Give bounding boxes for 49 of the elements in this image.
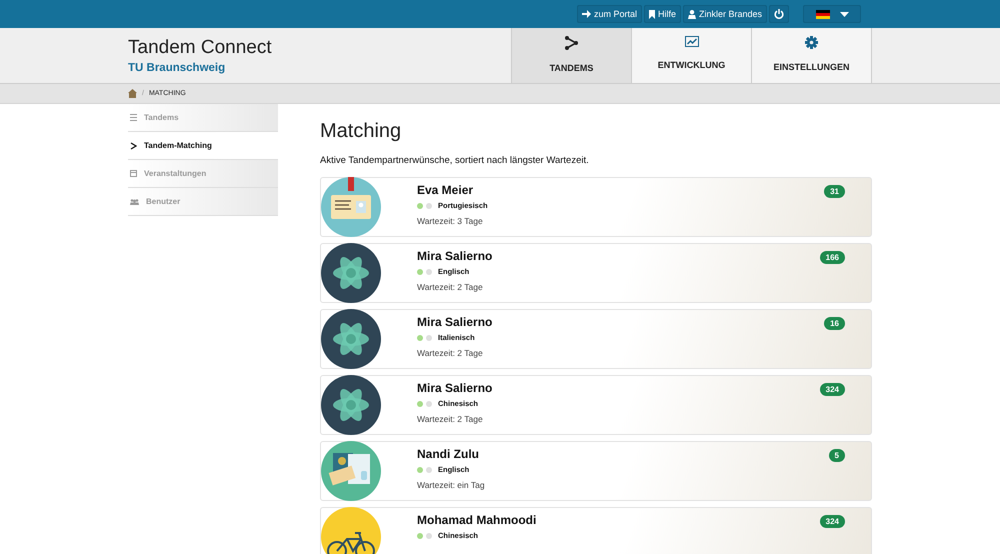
help-button[interactable]: Hilfe xyxy=(644,5,681,23)
list-icon xyxy=(130,114,137,121)
level-dots-icon xyxy=(417,268,432,274)
app-title: Tandem Connect xyxy=(128,37,273,59)
power-icon xyxy=(774,9,784,19)
count-badge: 16 xyxy=(824,317,845,330)
level-dots-icon xyxy=(417,400,432,406)
users-icon xyxy=(130,198,139,204)
calendar-icon xyxy=(130,170,137,177)
count-badge: 5 xyxy=(828,449,845,462)
count-badge: 324 xyxy=(820,383,845,396)
count-badge: 31 xyxy=(824,185,845,198)
level-dots-icon xyxy=(417,532,432,538)
waiting-time: Wartezeit: 2 Tage xyxy=(417,414,483,424)
portal-button[interactable]: zum Portal xyxy=(576,5,642,23)
share-icon xyxy=(565,36,578,50)
level-dots-icon xyxy=(417,466,432,472)
person-name: Mohamad Mahmoodi xyxy=(417,513,536,527)
count-badge: 166 xyxy=(820,251,845,264)
chart-icon xyxy=(684,36,698,47)
waiting-time: Wartezeit: ein Tag xyxy=(417,480,485,490)
caret-icon xyxy=(840,12,848,16)
institution-name: TU Braunschweig xyxy=(128,62,226,74)
nav-tab[interactable]: ENTWICKLUNG xyxy=(632,28,752,83)
level-dots-icon xyxy=(417,202,432,208)
person-name: Eva Meier xyxy=(417,183,474,197)
person-name: Mira Salierno xyxy=(417,315,492,329)
gear-icon xyxy=(805,36,818,49)
person-name: Mira Salierno xyxy=(417,249,492,263)
count-badge: 324 xyxy=(820,515,845,528)
page-title: Matching xyxy=(320,120,402,143)
waiting-time: Wartezeit: 2 Tage xyxy=(417,348,483,358)
chevron-right-icon xyxy=(130,142,137,150)
person-name: Nandi Zulu xyxy=(417,447,479,461)
waiting-time: Wartezeit: 3 Tage xyxy=(417,216,483,226)
language-dropdown[interactable] xyxy=(803,5,861,23)
level-dots-icon xyxy=(417,334,432,340)
home-icon[interactable] xyxy=(128,89,137,98)
logout-button[interactable] xyxy=(769,5,789,23)
waiting-time: Wartezeit: 2 Tage xyxy=(417,282,483,292)
person-name: Mira Salierno xyxy=(417,381,492,395)
user-button[interactable]: Zinkler Brandes xyxy=(682,5,767,23)
bookmark-icon xyxy=(648,10,655,18)
nav-tab[interactable]: TANDEMS xyxy=(512,28,632,83)
flag-icon xyxy=(816,10,830,18)
user-icon xyxy=(688,10,696,18)
arrow-right-icon xyxy=(582,10,591,18)
page-description: Aktive Tandempartnerwünsche, sortiert nach längster Wartezeit. xyxy=(320,155,590,166)
nav-tab[interactable]: EINSTELLUNGEN xyxy=(752,28,872,83)
